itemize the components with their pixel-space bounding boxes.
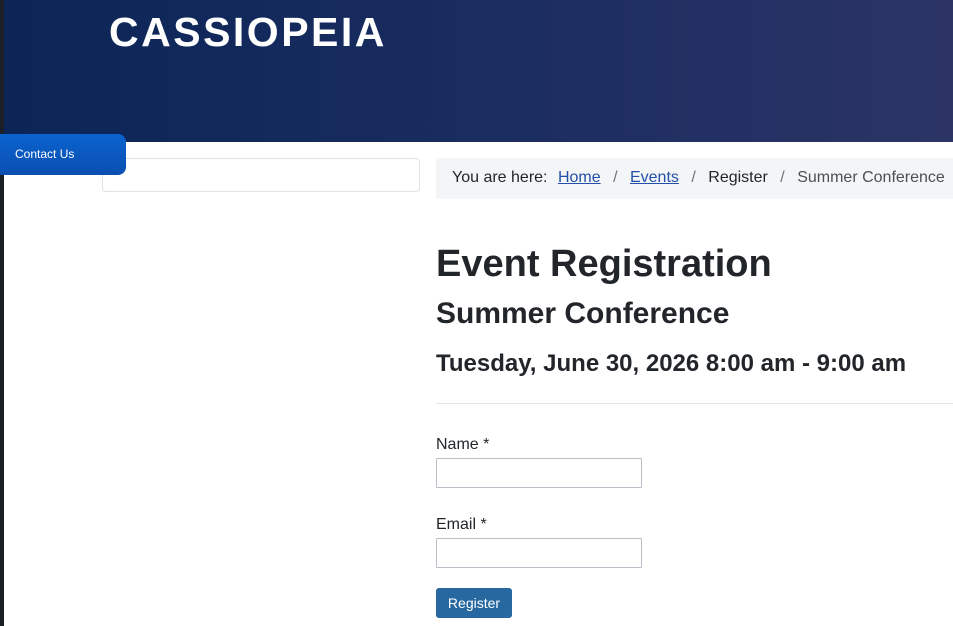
breadcrumb-item-register: Register bbox=[708, 169, 768, 186]
breadcrumb-separator: / bbox=[613, 169, 618, 186]
event-name: Summer Conference bbox=[436, 297, 730, 330]
sidebar-module bbox=[102, 158, 420, 192]
contact-us-tab[interactable]: Contact Us bbox=[0, 134, 126, 175]
name-label: Name * bbox=[436, 436, 490, 453]
breadcrumb-link-home[interactable]: Home bbox=[558, 169, 601, 186]
breadcrumb-item-current: Summer Conference bbox=[797, 169, 945, 186]
page: CASSIOPEIA Contact Us You are here: Home… bbox=[0, 0, 953, 626]
email-label: Email * bbox=[436, 516, 487, 533]
site-brand-logo[interactable]: CASSIOPEIA bbox=[109, 6, 387, 58]
page-title: Event Registration bbox=[436, 243, 772, 285]
window-edge bbox=[0, 0, 4, 626]
site-header: CASSIOPEIA bbox=[0, 0, 953, 142]
breadcrumb-link-events[interactable]: Events bbox=[630, 169, 679, 186]
breadcrumb-separator: / bbox=[691, 169, 696, 186]
email-input[interactable] bbox=[436, 538, 642, 568]
name-input[interactable] bbox=[436, 458, 642, 488]
breadcrumb: You are here: Home / Events / Register /… bbox=[436, 158, 953, 199]
breadcrumb-prefix: You are here: bbox=[452, 169, 548, 186]
event-datetime: Tuesday, June 30, 2026 8:00 am - 9:00 am bbox=[436, 350, 907, 377]
divider bbox=[436, 403, 953, 404]
breadcrumb-separator: / bbox=[780, 169, 785, 186]
register-button[interactable]: Register bbox=[436, 588, 512, 618]
